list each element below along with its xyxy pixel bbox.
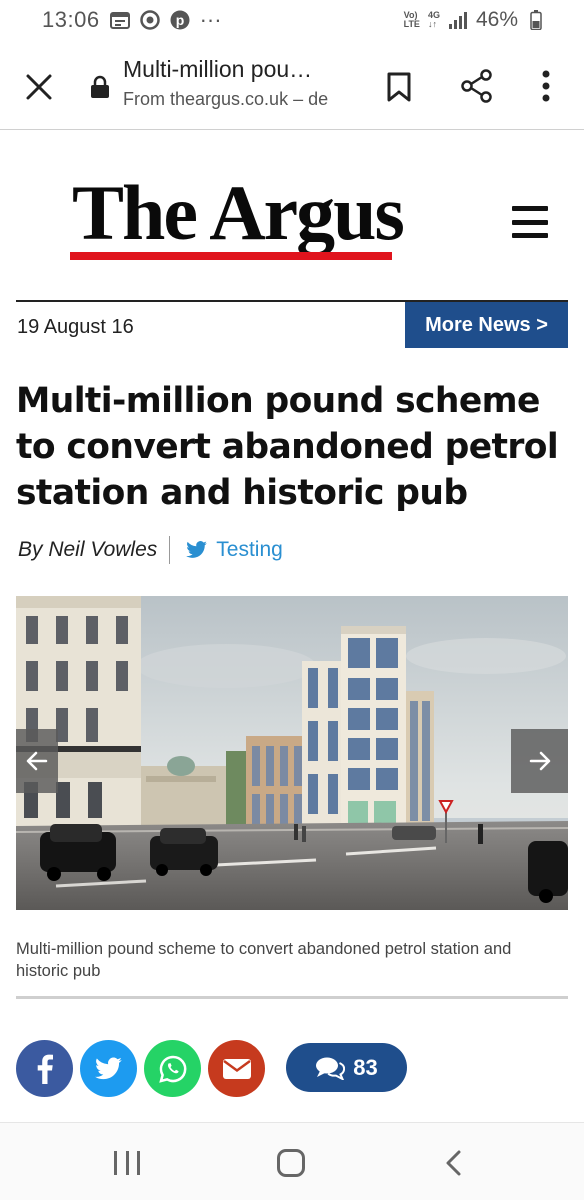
comment-count: 83 bbox=[353, 1054, 378, 1080]
caption-divider bbox=[16, 996, 568, 999]
logo-text: The Argus bbox=[72, 169, 405, 256]
url-block[interactable]: Multi-million pou… From theargus.co.uk –… bbox=[123, 56, 363, 110]
gallery-prev-button[interactable] bbox=[16, 729, 58, 793]
email-share-button[interactable] bbox=[208, 1040, 265, 1097]
page-origin: From theargus.co.uk – de bbox=[123, 89, 329, 109]
custom-tab-toolbar: Multi-million pou… From theargus.co.uk –… bbox=[0, 40, 584, 130]
signal-icon bbox=[448, 10, 468, 30]
menu-button[interactable] bbox=[512, 206, 548, 238]
more-news-button[interactable]: More News > bbox=[405, 302, 568, 348]
development-render-image bbox=[16, 596, 568, 910]
status-bar: 13:06 p ··· Vo) LTE 4G ↓↑ 46% bbox=[0, 0, 584, 40]
share-button[interactable] bbox=[460, 69, 494, 103]
arrow-right-icon bbox=[529, 751, 550, 771]
status-left: 13:06 p ··· bbox=[42, 7, 222, 33]
close-tab-button[interactable] bbox=[24, 72, 54, 102]
bookmark-icon bbox=[387, 72, 411, 102]
pinterest-icon: p bbox=[170, 10, 190, 30]
twitter-share-button[interactable] bbox=[80, 1040, 137, 1097]
battery-percent: 46% bbox=[475, 8, 518, 31]
facebook-icon bbox=[37, 1054, 53, 1084]
share-buttons bbox=[16, 1040, 265, 1097]
logo-underline bbox=[70, 252, 392, 260]
gallery-next-button[interactable] bbox=[511, 729, 568, 793]
twitter-link[interactable]: Testing bbox=[186, 538, 283, 562]
bookmark-button[interactable] bbox=[386, 71, 412, 103]
more-notifications-indicator: ··· bbox=[199, 7, 222, 32]
more-options-button[interactable] bbox=[536, 68, 556, 104]
site-logo[interactable]: The Argus bbox=[70, 172, 405, 267]
byline-divider bbox=[169, 536, 171, 564]
author-name[interactable]: By Neil Vowles bbox=[18, 538, 157, 562]
article-date: 19 August 16 bbox=[17, 316, 134, 338]
recents-icon bbox=[114, 1151, 117, 1175]
hamburger-icon bbox=[512, 206, 548, 211]
status-right: Vo) LTE 4G ↓↑ 46% bbox=[404, 8, 546, 32]
battery-icon bbox=[526, 10, 546, 30]
status-time: 13:06 bbox=[42, 7, 100, 32]
twitter-icon bbox=[94, 1056, 122, 1079]
page-title: Multi-million pou… bbox=[123, 56, 313, 82]
more-vert-icon bbox=[542, 70, 550, 102]
twitter-icon bbox=[186, 541, 208, 558]
article-image[interactable] bbox=[16, 596, 568, 910]
system-nav-bar bbox=[0, 1122, 584, 1200]
recents-button[interactable] bbox=[114, 1151, 140, 1175]
twitter-handle: Testing bbox=[216, 538, 283, 561]
svg-text:p: p bbox=[175, 12, 184, 28]
chrome-icon bbox=[139, 10, 160, 30]
whatsapp-icon bbox=[158, 1055, 186, 1083]
back-icon bbox=[446, 1150, 461, 1176]
share-icon bbox=[461, 69, 492, 103]
data-indicator: 4G ↓↑ bbox=[427, 10, 440, 29]
close-icon bbox=[26, 74, 52, 100]
article-headline: Multi-million pound scheme to convert ab… bbox=[16, 381, 559, 513]
email-icon bbox=[222, 1058, 251, 1079]
calendar-icon bbox=[109, 10, 130, 30]
byline: By Neil Vowles Testing bbox=[18, 536, 283, 564]
image-caption: Multi-million pound scheme to convert ab… bbox=[16, 940, 512, 980]
facebook-share-button[interactable] bbox=[16, 1040, 73, 1097]
lock-icon[interactable] bbox=[90, 75, 110, 99]
comments-icon bbox=[316, 1057, 346, 1080]
volte-indicator: Vo) LTE bbox=[403, 10, 420, 29]
home-button[interactable] bbox=[277, 1149, 305, 1177]
back-button[interactable] bbox=[444, 1149, 464, 1177]
whatsapp-share-button[interactable] bbox=[144, 1040, 201, 1097]
comments-button[interactable]: 83 bbox=[286, 1043, 407, 1092]
arrow-left-icon bbox=[26, 751, 48, 771]
